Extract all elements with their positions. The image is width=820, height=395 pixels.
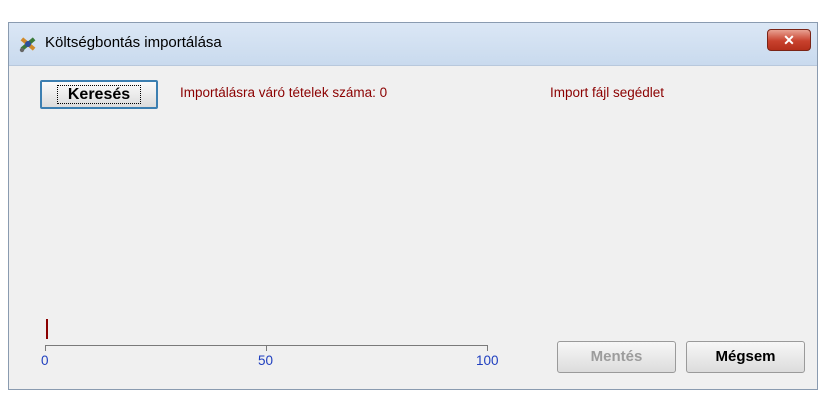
app-icon xyxy=(17,33,39,55)
close-icon: ✕ xyxy=(783,32,795,48)
scale-tick-mid xyxy=(266,345,267,351)
close-button[interactable]: ✕ xyxy=(767,29,811,51)
scale-label-max: 100 xyxy=(476,353,499,368)
scale-tick-min xyxy=(45,345,46,351)
title-bar[interactable]: Költségbontás importálása ✕ xyxy=(9,23,817,66)
scale-label-min: 0 xyxy=(41,353,49,368)
scale-tick-max xyxy=(487,345,488,351)
cancel-button[interactable]: Mégsem xyxy=(686,341,805,373)
pending-items-count: Importálásra váró tételek száma: 0 xyxy=(180,85,388,100)
search-button[interactable]: Keresés xyxy=(40,80,158,109)
import-file-help-link[interactable]: Import fájl segédlet xyxy=(550,85,664,100)
window-title: Költségbontás importálása xyxy=(45,34,222,51)
search-button-label: Keresés xyxy=(56,85,142,104)
import-dialog: Költségbontás importálása ✕ Keresés Impo… xyxy=(8,22,818,390)
cancel-button-label: Mégsem xyxy=(715,348,776,365)
save-button[interactable]: Mentés xyxy=(557,341,676,373)
scale-label-mid: 50 xyxy=(258,353,274,368)
progress-indicator xyxy=(46,319,48,339)
save-button-label: Mentés xyxy=(590,348,643,365)
